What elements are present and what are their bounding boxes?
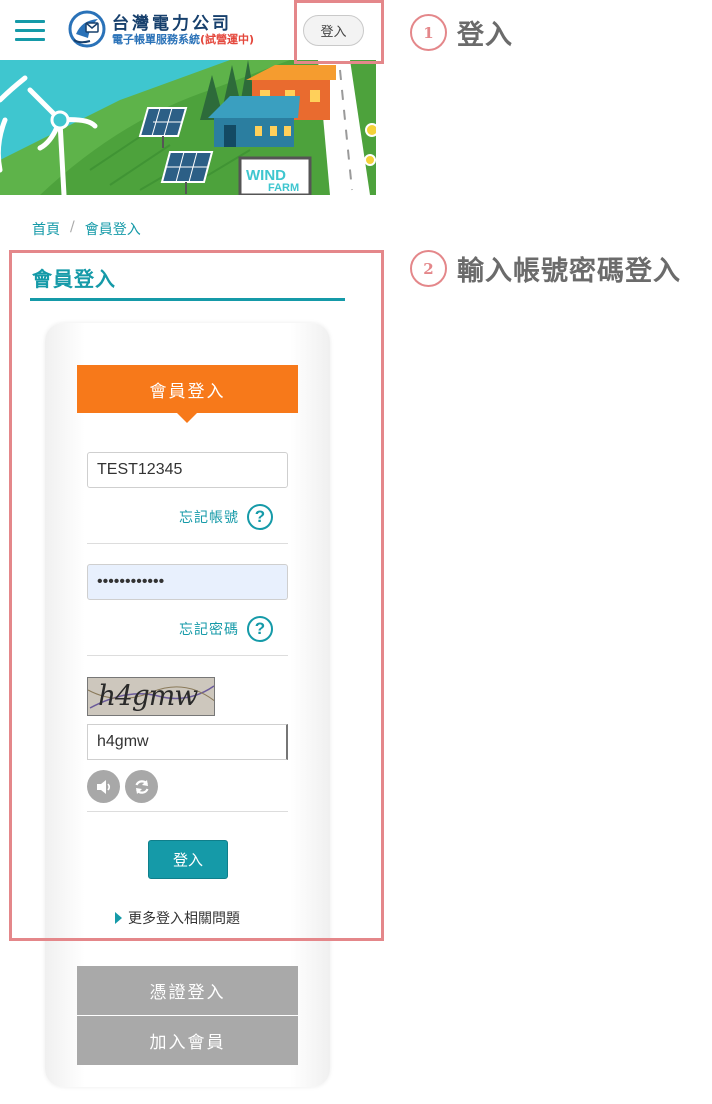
certificate-login-button[interactable]: 憑證登入 [77, 966, 298, 1015]
breadcrumb-home[interactable]: 首頁 [32, 219, 60, 239]
annotation-box-login-button [294, 0, 384, 64]
site-logo[interactable]: 台灣電力公司 電子帳單服務系統(試營運中) [68, 6, 293, 54]
breadcrumb-separator: / [70, 219, 75, 235]
step-1-number: 1 [410, 14, 447, 51]
wind-farm-illustration: WIND FARM [0, 60, 376, 195]
step-1-label: 登入 [457, 20, 513, 51]
annotation-step-2: 2 輸入帳號密碼登入 [410, 249, 681, 288]
logo-trial-badge: (試營運中) [200, 33, 255, 46]
hero-banner: WIND FARM [0, 60, 376, 195]
banner-sign-line2: FARM [268, 182, 299, 194]
hamburger-menu-icon[interactable] [15, 20, 45, 42]
annotation-step-1: 1 登入 [410, 13, 513, 52]
logo-subtitle-text: 電子帳單服務系統 [112, 33, 200, 46]
annotation-box-login-form [9, 250, 384, 941]
step-2-label: 輸入帳號密碼登入 [457, 256, 681, 287]
taipower-logo-icon [68, 10, 106, 48]
step-2-number: 2 [410, 250, 447, 287]
logo-subtitle: 電子帳單服務系統(試營運中) [112, 31, 254, 47]
breadcrumb: 首頁 / 會員登入 [32, 219, 141, 239]
join-member-button[interactable]: 加入會員 [77, 1016, 298, 1065]
breadcrumb-current[interactable]: 會員登入 [85, 219, 141, 239]
